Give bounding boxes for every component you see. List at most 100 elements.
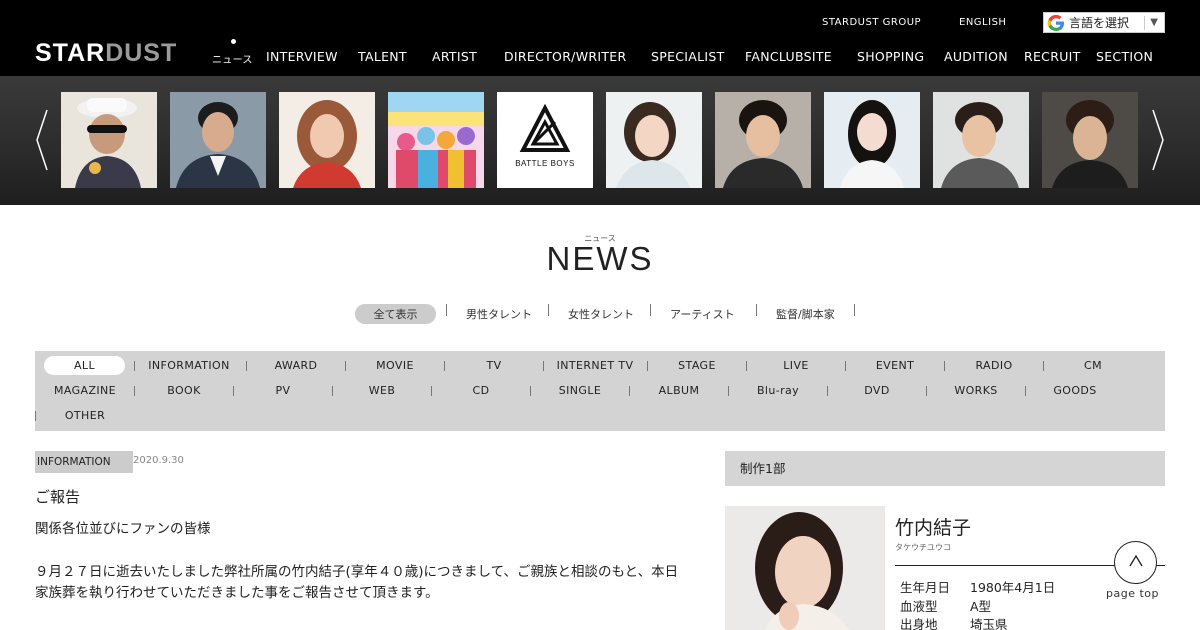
divider: [345, 361, 346, 371]
category-cd[interactable]: CD: [433, 384, 529, 397]
divider: [233, 386, 234, 396]
article-title: ご報告: [35, 488, 81, 506]
divider: [548, 304, 549, 316]
category-internet-tv[interactable]: INTERNET TV: [545, 359, 645, 372]
stardust-logo[interactable]: STARDUST: [35, 38, 177, 68]
page-top-button[interactable]: [1114, 541, 1157, 584]
divider: [134, 386, 135, 396]
category-tv[interactable]: TV: [446, 359, 542, 372]
stardust-group-link[interactable]: STARDUST GROUP: [822, 17, 921, 28]
language-select[interactable]: 言語を選択 ▼: [1043, 12, 1165, 33]
category-radio[interactable]: RADIO: [946, 359, 1042, 372]
category-blu-ray[interactable]: Blu-ray: [730, 384, 826, 397]
nav-shopping[interactable]: SHOPPING: [857, 49, 924, 64]
talent-photo-4: [388, 92, 484, 188]
logo-main-text: STAR: [35, 39, 106, 67]
profile-value-hometown: 埼玉県: [970, 617, 1008, 630]
divider: [827, 386, 828, 396]
english-link[interactable]: ENGLISH: [959, 17, 1006, 28]
category-stage[interactable]: STAGE: [649, 359, 745, 372]
category-goods[interactable]: GOODS: [1027, 384, 1123, 397]
divider: [246, 361, 247, 371]
category-web[interactable]: WEB: [334, 384, 430, 397]
nav-talent[interactable]: TALENT: [358, 49, 407, 64]
profile-label-hometown: 出身地: [900, 617, 938, 630]
nav-specialist[interactable]: SPECIALIST: [651, 49, 725, 64]
nav-fanclubsite[interactable]: FANCLUBSITE: [745, 49, 832, 64]
category-works[interactable]: WORKS: [928, 384, 1024, 397]
article-category-tag[interactable]: INFORMATION: [35, 451, 133, 473]
nav-director-writer[interactable]: DIRECTOR/WRITER: [504, 49, 626, 64]
logo-dot: [231, 39, 236, 44]
category-live[interactable]: LIVE: [748, 359, 844, 372]
talent-carousel: BATTLE BOYS: [0, 76, 1200, 205]
carousel-prev-arrow-icon[interactable]: [34, 108, 50, 172]
divider: [944, 361, 945, 371]
category-book[interactable]: BOOK: [136, 384, 232, 397]
divider: [728, 386, 729, 396]
category-movie[interactable]: MOVIE: [347, 359, 443, 372]
carousel-item-talent-7[interactable]: [715, 92, 811, 188]
category-event[interactable]: EVENT: [847, 359, 943, 372]
divider: [1144, 15, 1146, 30]
talent-name: 竹内結子: [895, 517, 972, 539]
category-dvd[interactable]: DVD: [829, 384, 925, 397]
filter-all[interactable]: 全て表示: [355, 304, 436, 324]
category-pv[interactable]: PV: [235, 384, 331, 397]
category-award[interactable]: AWARD: [248, 359, 344, 372]
divider: [926, 386, 927, 396]
dropdown-arrow-icon: ▼: [1150, 17, 1158, 28]
category-other[interactable]: OTHER: [37, 409, 133, 422]
divider: [647, 361, 648, 371]
nav-interview[interactable]: INTERVIEW: [266, 49, 338, 64]
nav-artist[interactable]: ARTIST: [432, 49, 477, 64]
page-title: NEWS: [546, 240, 654, 277]
article-paragraph: ９月２７日に逝去いたしました弊社所属の竹内結子(享年４０歳)につきまして、ご親族…: [35, 564, 679, 580]
logo-accent-text: DUST: [105, 39, 178, 67]
carousel-next-arrow-icon[interactable]: [1150, 108, 1166, 172]
category-all[interactable]: ALL: [44, 356, 125, 375]
talent-portrait[interactable]: [725, 506, 885, 630]
category-information[interactable]: INFORMATION: [139, 359, 239, 372]
carousel-item-talent-4[interactable]: [388, 92, 484, 188]
carousel-item-battle-boys[interactable]: BATTLE BOYS: [497, 92, 593, 188]
talent-name-kana: タケウチユウコ: [895, 543, 951, 552]
profile-label-blood-type: 血液型: [900, 599, 938, 614]
category-magazine[interactable]: MAGAZINE: [37, 384, 133, 397]
profile-value-birthday: 1980年4月1日: [970, 580, 1056, 595]
filter-male-talent[interactable]: 男性タレント: [466, 306, 532, 322]
category-album[interactable]: ALBUM: [631, 384, 727, 397]
nav-audition[interactable]: AUDITION: [944, 49, 1008, 64]
divider: [629, 386, 630, 396]
carousel-item-talent-2[interactable]: [170, 92, 266, 188]
filter-artist[interactable]: アーティスト: [670, 306, 735, 322]
google-icon: [1047, 14, 1064, 31]
language-select-label: 言語を選択: [1069, 16, 1130, 30]
divider: [756, 304, 757, 316]
carousel-item-talent-6[interactable]: [606, 92, 702, 188]
carousel-item-talent-1[interactable]: [61, 92, 157, 188]
divider: [854, 304, 855, 316]
profile-value-blood-type: A型: [970, 599, 992, 614]
carousel-item-talent-8[interactable]: [824, 92, 920, 188]
logo-subtitle: ニュース: [212, 55, 253, 66]
divider: [746, 361, 747, 371]
chevron-up-icon: [1129, 554, 1143, 567]
filter-female-talent[interactable]: 女性タレント: [568, 306, 634, 322]
article-paragraph: 関係各位並びにファンの皆様: [35, 521, 211, 537]
carousel-item-talent-10[interactable]: [1042, 92, 1138, 188]
category-single[interactable]: SINGLE: [532, 384, 628, 397]
divider: [431, 386, 432, 396]
talent-photo-8: [824, 92, 920, 188]
carousel-item-talent-9[interactable]: [933, 92, 1029, 188]
profile-label-birthday: 生年月日: [900, 580, 951, 595]
talent-photo-1: [61, 92, 157, 188]
category-cm[interactable]: CM: [1045, 359, 1141, 372]
nav-recruit[interactable]: RECRUIT: [1024, 49, 1081, 64]
carousel-item-talent-3[interactable]: [279, 92, 375, 188]
nav-section[interactable]: SECTION: [1096, 49, 1153, 64]
filter-director-writer[interactable]: 監督/脚本家: [776, 306, 835, 322]
divider: [650, 304, 651, 316]
page-top-label[interactable]: page top: [1106, 587, 1159, 600]
talent-photo-10: [1042, 92, 1138, 188]
